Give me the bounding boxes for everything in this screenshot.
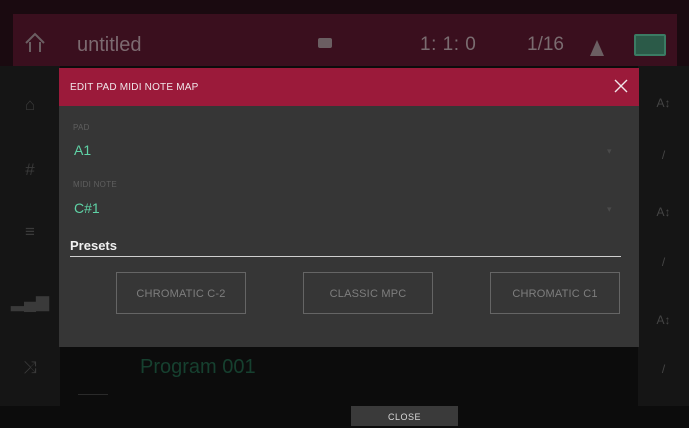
close-button[interactable]: CLOSE — [351, 406, 458, 426]
dialog-title: EDIT PAD MIDI NOTE MAP — [70, 82, 199, 93]
program-name[interactable]: Program 001 — [140, 356, 256, 379]
midi-note-select[interactable]: C#1 — [74, 200, 100, 216]
presets-title: Presets — [70, 238, 117, 253]
pencil-icon[interactable]: / — [638, 362, 689, 376]
pad-select[interactable]: A1 — [74, 142, 91, 158]
preset-classic-mpc-button[interactable]: CLASSIC MPC — [303, 272, 433, 314]
chevron-down-icon[interactable]: ▾ — [607, 204, 612, 215]
home-icon[interactable]: ⌂ — [0, 95, 60, 115]
grid-icon[interactable]: # — [0, 160, 60, 180]
dialog-header: EDIT PAD MIDI NOTE MAP — [59, 68, 639, 106]
folder-icon[interactable] — [318, 38, 332, 48]
a-z-icon[interactable]: A↕ — [638, 313, 689, 327]
preset-chromatic-c-2-button[interactable]: CHROMATIC C-2 — [116, 272, 246, 314]
shuffle-icon[interactable]: ⤨ — [0, 358, 60, 378]
program-color-swatch — [78, 348, 108, 395]
metronome-icon[interactable] — [590, 40, 604, 56]
sequence-position[interactable]: 1: 1: 0 — [420, 34, 476, 56]
presets-divider — [70, 256, 621, 257]
a-z-icon[interactable]: A↕ — [638, 205, 689, 219]
home-icon[interactable] — [22, 30, 48, 56]
list-icon[interactable]: ≡ — [0, 222, 60, 242]
pencil-icon[interactable]: / — [638, 148, 689, 162]
preset-chromatic-c1-button[interactable]: CHROMATIC C1 — [490, 272, 620, 314]
pad-label: PAD — [73, 123, 90, 132]
close-icon[interactable] — [613, 78, 629, 94]
midi-note-label: MIDI NOTE — [73, 180, 118, 189]
project-title[interactable]: untitled — [77, 34, 142, 57]
chevron-down-icon[interactable]: ▾ — [607, 146, 612, 157]
a-z-icon[interactable]: A↕ — [638, 96, 689, 110]
edit-pad-midi-note-map-dialog: EDIT PAD MIDI NOTE MAP PAD A1 ▾ MIDI NOT… — [59, 68, 639, 347]
timing-grid[interactable]: 1/16 — [527, 34, 564, 56]
screen-toggle-icon[interactable] — [634, 34, 666, 56]
right-sidebar — [638, 66, 689, 406]
bottom-bar — [0, 406, 689, 426]
pencil-icon[interactable]: / — [638, 255, 689, 269]
bars-icon[interactable]: ▂▄▆ — [0, 292, 60, 312]
